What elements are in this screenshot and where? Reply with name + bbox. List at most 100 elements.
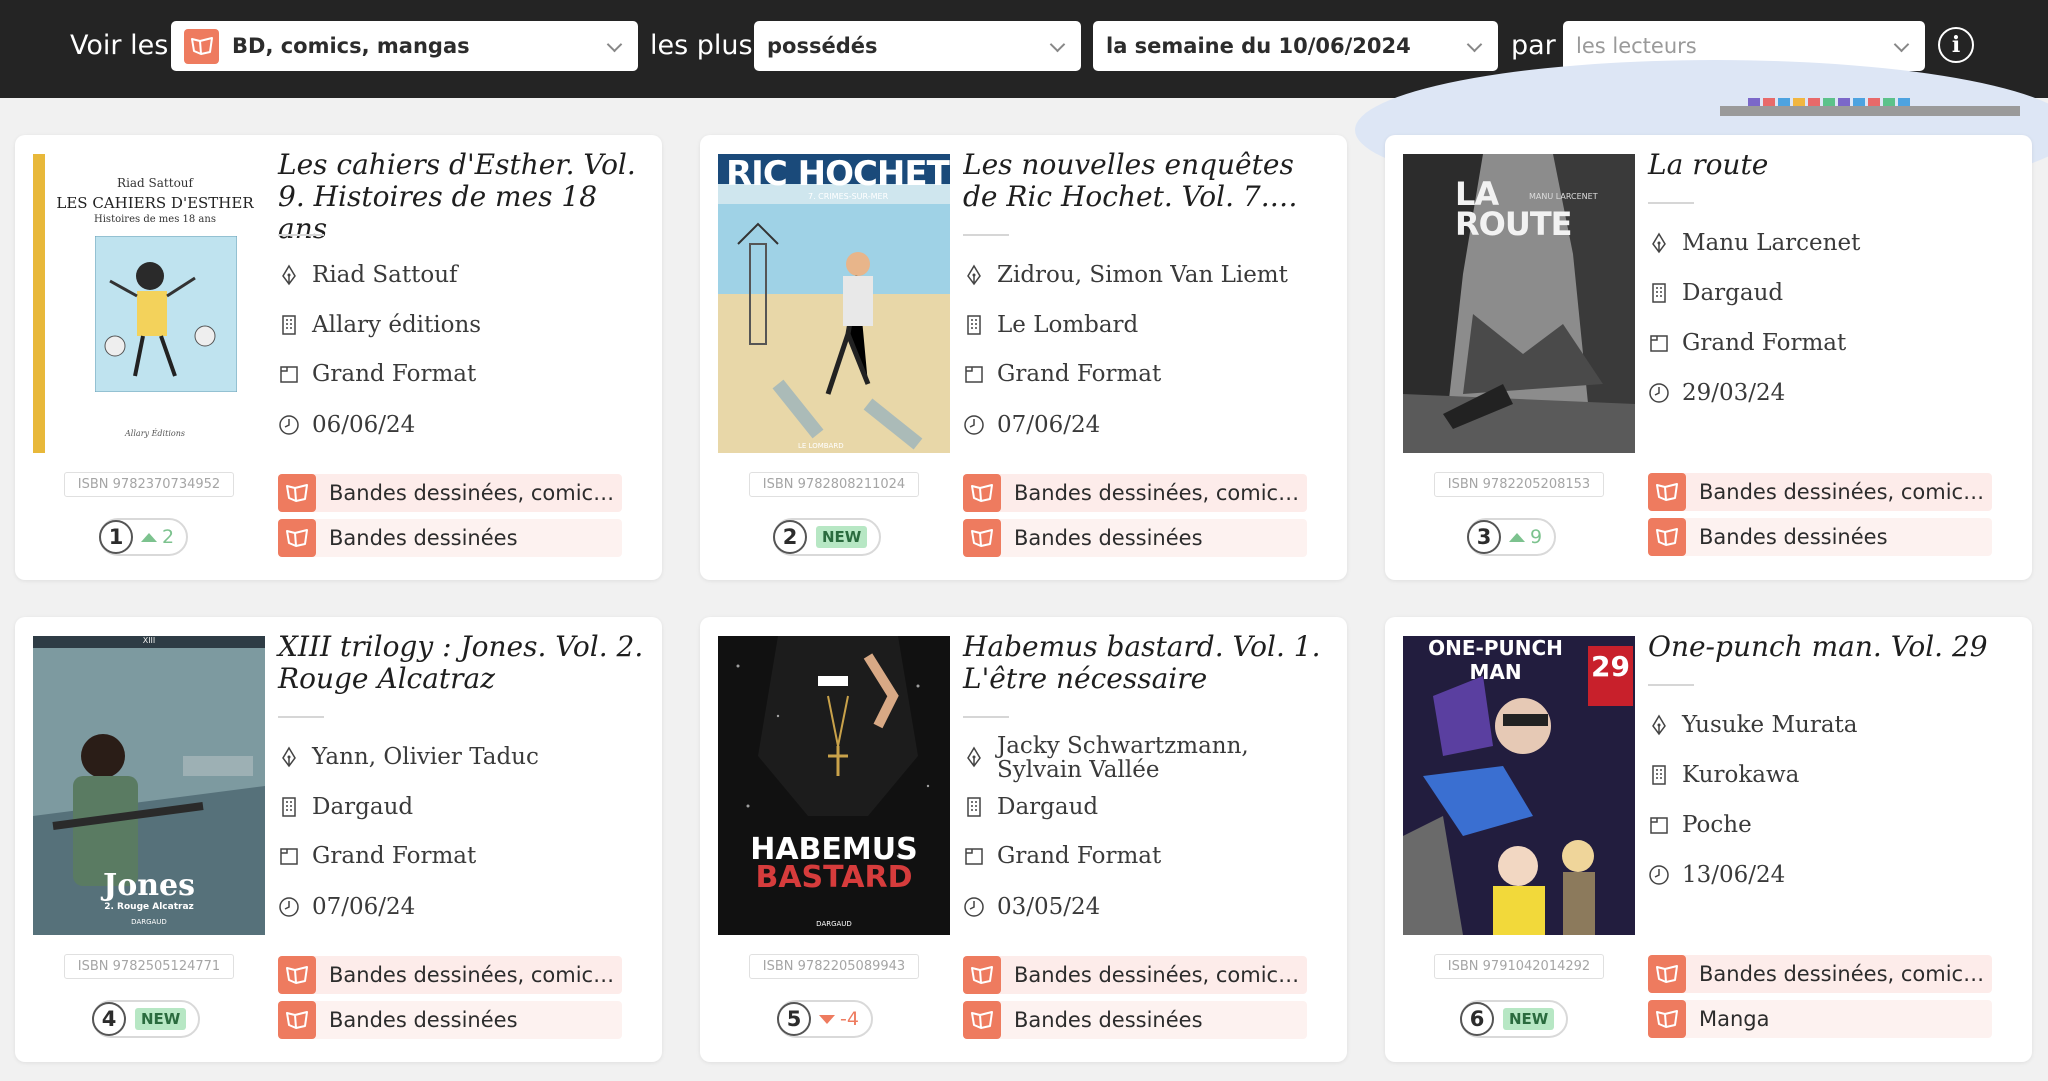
pen-nib-icon <box>963 746 997 768</box>
category-tag[interactable]: Bandes dessinées, comics... <box>278 474 622 512</box>
date-text: 06/06/24 <box>312 412 416 438</box>
format-text: Grand Format <box>312 843 477 869</box>
category-tag-label: Bandes dessinées, comics... <box>329 481 619 505</box>
clock-icon <box>278 414 312 436</box>
book-format: Grand Format <box>1648 331 2018 355</box>
book-date: 29/03/24 <box>1648 381 2018 405</box>
book-cover-image[interactable]: LA ROUTE MANU LARCENET <box>1403 154 1635 453</box>
category-tag[interactable]: Bandes dessinées, comics... <box>963 474 1307 512</box>
publisher-text[interactable]: Dargaud <box>312 795 413 819</box>
format-text: Poche <box>1682 812 1752 838</box>
author-text[interactable]: Zidrou, Simon Van Liemt <box>997 263 1288 287</box>
format-text: Grand Format <box>1682 330 1847 356</box>
rank-badge: 1 2 <box>99 518 189 556</box>
author-text[interactable]: Jacky Schwartzmann, Sylvain Vallée <box>997 734 1333 782</box>
cover-subtitle-text: Histoires de mes 18 ans <box>94 214 216 225</box>
subcategory-tag[interactable]: Bandes dessinées <box>278 519 622 557</box>
book-author: Jacky Schwartzmann, Sylvain Vallée <box>963 734 1333 782</box>
category-tag[interactable]: Bandes dessinées, comics... <box>1648 473 1992 511</box>
subcategory-tag[interactable]: Bandes dessinées <box>963 1001 1307 1039</box>
book-card[interactable]: LA ROUTE MANU LARCENET ISBN 978220520815… <box>1385 135 2032 580</box>
book-card[interactable]: Riad Sattouf LES CAHIERS D'ESTHER Histoi… <box>15 135 662 580</box>
category-tag-label: Bandes dessinées, comics... <box>1699 962 1989 986</box>
subcategory-tag[interactable]: Manga <box>1648 1000 1992 1038</box>
rank-number: 5 <box>777 1002 811 1036</box>
book-title[interactable]: XIII trilogy : Jones. Vol. 2. Rouge Alca… <box>278 631 648 695</box>
rank-change-value: 9 <box>1530 526 1543 548</box>
rank-badge: 5 -4 <box>777 1000 873 1038</box>
date-text: 07/06/24 <box>312 894 416 920</box>
comic-category-icon <box>1648 955 1686 993</box>
book-format-icon <box>278 363 312 385</box>
category-tag-label: Bandes dessinées, comics... <box>1699 480 1989 504</box>
chevron-down-icon <box>1049 36 1066 53</box>
book-publisher: Allary éditions <box>278 313 648 337</box>
book-cover-image[interactable]: XIII Jones 2. Rouge Alcatraz DARGAUD <box>33 636 265 935</box>
book-card[interactable]: RIC HOCHET 7. CRIMES-SUR-MER LE LOMBARD … <box>700 135 1347 580</box>
category-tag[interactable]: Bandes dessinées, comics... <box>278 956 622 994</box>
book-title[interactable]: La route <box>1648 149 2018 181</box>
category-tag-label: Bandes dessinées, comics... <box>1014 963 1304 987</box>
metric-select[interactable]: possédés <box>754 21 1081 71</box>
publisher-text[interactable]: Dargaud <box>1682 281 1783 305</box>
chevron-down-icon <box>1893 36 1910 53</box>
subcategory-tag[interactable]: Bandes dessinées <box>278 1001 622 1039</box>
cover-subtitle-text: 7. CRIMES-SUR-MER <box>808 192 889 201</box>
publisher-text[interactable]: Allary éditions <box>312 313 481 337</box>
rank-number: 1 <box>99 520 133 554</box>
chevron-down-icon <box>606 36 623 53</box>
publisher-text[interactable]: Kurokawa <box>1682 763 1799 787</box>
book-card[interactable]: XIII Jones 2. Rouge Alcatraz DARGAUD ISB… <box>15 617 662 1062</box>
comic-category-icon <box>1648 518 1686 556</box>
book-author: Yann, Olivier Taduc <box>278 745 648 769</box>
book-format: Grand Format <box>278 362 648 386</box>
period-select-value: la semaine du 10/06/2024 <box>1106 34 1411 58</box>
category-tag[interactable]: Bandes dessinées, comics... <box>963 956 1307 994</box>
cover-title-text: Jones <box>103 868 195 903</box>
book-card[interactable]: HABEMUS BASTARD DARGAUD ISBN 97822050899… <box>700 617 1347 1062</box>
book-cover-image[interactable]: HABEMUS BASTARD DARGAUD <box>718 636 950 935</box>
category-select-value: BD, comics, mangas <box>232 34 470 58</box>
book-title[interactable]: One-punch man. Vol. 29 <box>1648 631 2018 663</box>
category-tag-label: Bandes dessinées, comics... <box>1014 481 1304 505</box>
book-title[interactable]: Habemus bastard. Vol. 1. L'être nécessai… <box>963 631 1333 695</box>
book-publisher: Dargaud <box>963 795 1333 819</box>
subcategory-tag[interactable]: Bandes dessinées <box>1648 518 1992 556</box>
format-text: Grand Format <box>997 843 1162 869</box>
category-tag[interactable]: Bandes dessinées, comics... <box>1648 955 1992 993</box>
period-select[interactable]: la semaine du 10/06/2024 <box>1093 21 1498 71</box>
building-icon <box>278 314 312 336</box>
cover-publisher-text: Allary Éditions <box>125 429 185 438</box>
subcategory-tag-label: Bandes dessinées <box>1014 1008 1203 1032</box>
info-icon[interactable]: i <box>1938 27 1974 63</box>
book-title[interactable]: Les nouvelles enquêtes de Ric Hochet. Vo… <box>963 149 1333 213</box>
subcategory-tag[interactable]: Bandes dessinées <box>963 519 1307 557</box>
book-title[interactable]: Les cahiers d'Esther. Vol. 9. Histoires … <box>278 149 648 245</box>
rank-badge: 2 NEW <box>773 518 882 556</box>
comic-category-icon <box>963 519 1001 557</box>
isbn-label: ISBN 9782205208153 <box>1434 472 1604 497</box>
cover-series-text: XIII <box>142 636 156 645</box>
author-text[interactable]: Riad Sattouf <box>312 263 458 287</box>
rank-badge: 6 NEW <box>1460 1000 1569 1038</box>
book-card[interactable]: ONE-PUNCH MAN 29 ISBN 9791042014292 6 NE… <box>1385 617 2032 1062</box>
book-author: Manu Larcenet <box>1648 231 2018 255</box>
publisher-text[interactable]: Dargaud <box>997 795 1098 819</box>
author-text[interactable]: Manu Larcenet <box>1682 231 1860 255</box>
author-text[interactable]: Yusuke Murata <box>1682 713 1858 737</box>
building-icon <box>1648 764 1682 786</box>
rank-change-value: 2 <box>162 526 175 548</box>
building-icon <box>963 796 997 818</box>
book-cover-image[interactable]: RIC HOCHET 7. CRIMES-SUR-MER LE LOMBARD <box>718 154 950 453</box>
cover-illustration <box>718 204 950 453</box>
publisher-text[interactable]: Le Lombard <box>997 313 1138 337</box>
comic-category-icon <box>963 956 1001 994</box>
pen-nib-icon <box>278 746 312 768</box>
book-cover-image[interactable]: Riad Sattouf LES CAHIERS D'ESTHER Histoi… <box>33 154 265 453</box>
book-date: 06/06/24 <box>278 413 648 437</box>
category-select[interactable]: BD, comics, mangas <box>171 21 638 71</box>
metric-select-value: possédés <box>767 34 878 58</box>
cover-publisher-text: DARGAUD <box>816 920 852 928</box>
book-cover-image[interactable]: ONE-PUNCH MAN 29 <box>1403 636 1635 935</box>
author-text[interactable]: Yann, Olivier Taduc <box>312 745 539 769</box>
